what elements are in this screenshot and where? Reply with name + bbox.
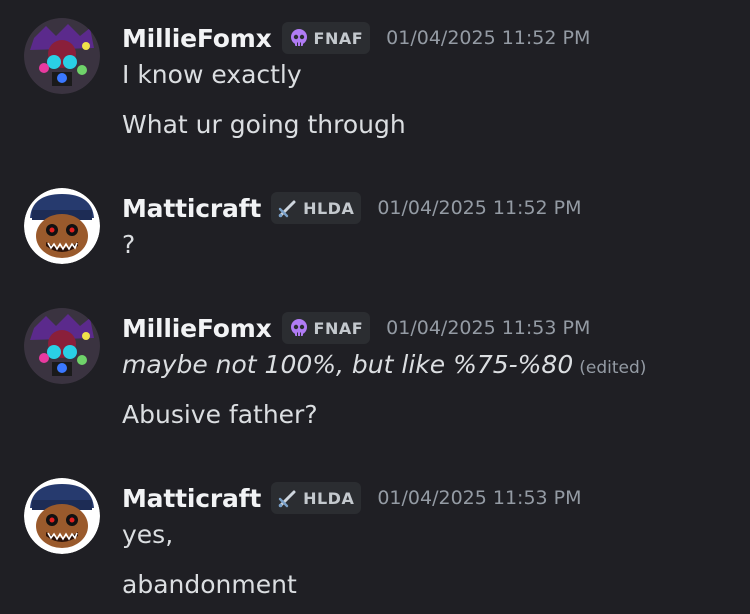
timestamp[interactable]: 01/04/2025 11:53 PM — [377, 487, 581, 509]
username[interactable]: Matticraft — [122, 194, 261, 223]
avatar-milliefomx[interactable] — [24, 308, 100, 384]
username[interactable]: MillieFomx — [122, 24, 272, 53]
avatar-milliefomx[interactable] — [24, 18, 100, 94]
timestamp[interactable]: 01/04/2025 11:52 PM — [386, 27, 590, 49]
tag-label: HLDA — [303, 488, 355, 508]
message-line: I know exactly — [122, 60, 302, 89]
message-line: abandonment — [122, 570, 297, 599]
tag-label: FNAF — [313, 318, 364, 338]
message-header: MillieFomx FNAF 01/04/2025 11:52 PM — [122, 18, 590, 58]
message-line: yes, — [122, 520, 174, 549]
server-tag[interactable]: FNAF — [281, 312, 371, 344]
avatar-image — [24, 188, 100, 264]
sword-icon — [278, 200, 296, 218]
sword-icon — [278, 490, 296, 508]
username[interactable]: MillieFomx — [122, 314, 272, 343]
avatar-image — [24, 478, 100, 554]
tag-label: HLDA — [303, 198, 355, 218]
avatar-matticraft[interactable] — [24, 478, 100, 554]
message-header: Matticraft HLDA 01/04/2025 11:52 PM — [122, 188, 582, 228]
message-line: maybe not 100%, but like %75-%80 (edited) — [122, 350, 646, 379]
message-line: ? — [122, 230, 136, 259]
avatar-image — [24, 18, 100, 94]
timestamp[interactable]: 01/04/2025 11:53 PM — [386, 317, 590, 339]
server-tag[interactable]: HLDA — [271, 482, 362, 514]
skull-icon — [290, 319, 307, 336]
message-line: Abusive father? — [122, 400, 318, 429]
message-header: Matticraft HLDA 01/04/2025 11:53 PM — [122, 478, 582, 518]
skull-icon — [290, 29, 307, 46]
timestamp[interactable]: 01/04/2025 11:52 PM — [377, 197, 581, 219]
message-line: What ur going through — [122, 110, 406, 139]
server-tag[interactable]: HLDA — [271, 192, 362, 224]
message-header: MillieFomx FNAF 01/04/2025 11:53 PM — [122, 308, 590, 348]
tag-label: FNAF — [313, 28, 364, 48]
username[interactable]: Matticraft — [122, 484, 261, 513]
avatar-image — [24, 308, 100, 384]
edited-label: (edited) — [579, 358, 647, 378]
message-text: maybe not 100%, but like %75-%80 — [122, 350, 574, 379]
server-tag[interactable]: FNAF — [281, 22, 371, 54]
avatar-matticraft[interactable] — [24, 188, 100, 264]
